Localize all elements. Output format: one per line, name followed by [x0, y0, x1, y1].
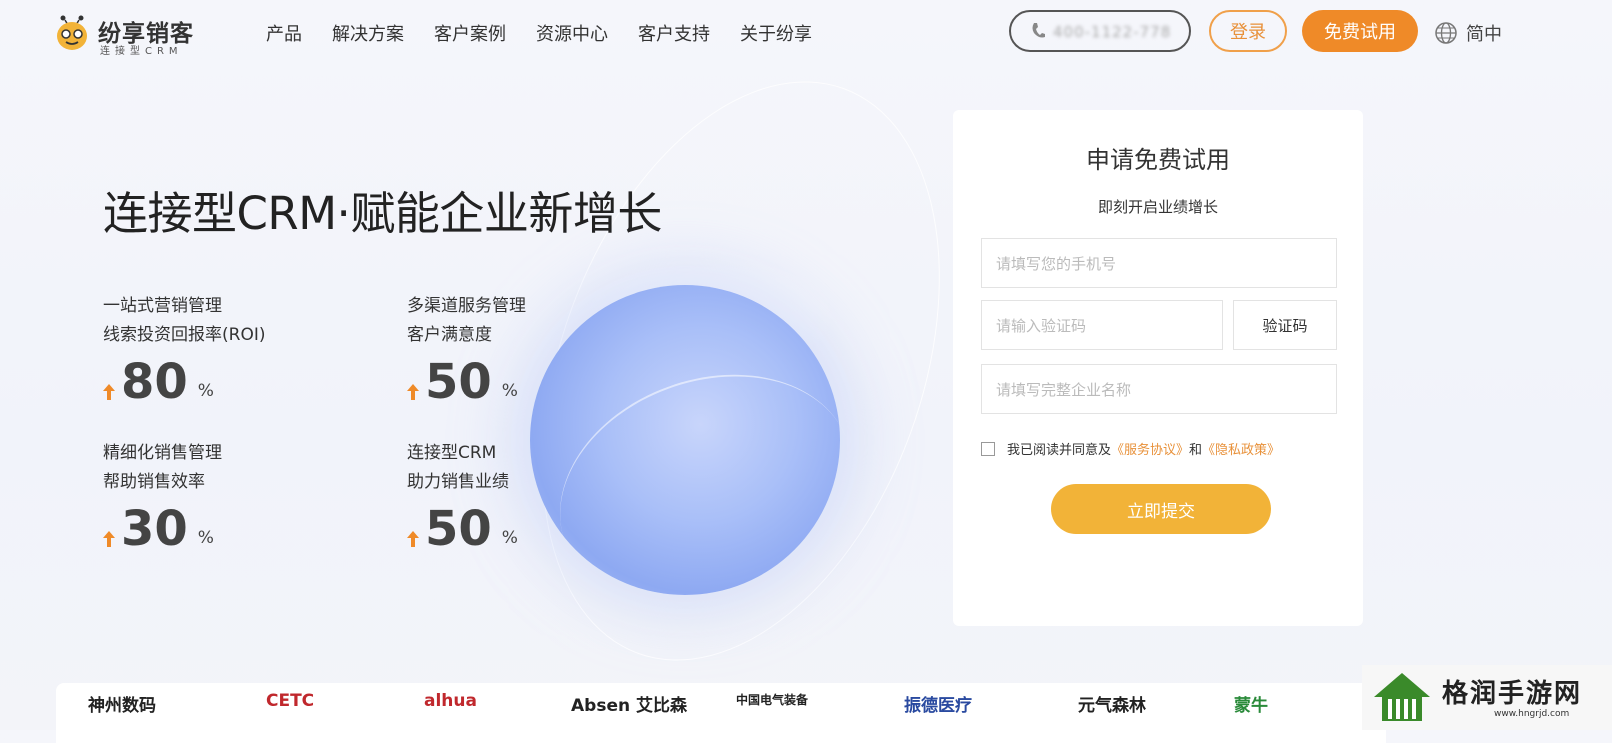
- stat-sales: 精细化销售管理 帮助销售效率 30 %: [103, 439, 363, 555]
- partner-logo: 中国电气装备: [736, 693, 809, 707]
- stat-unit: %: [197, 381, 214, 401]
- trial-form: 申请免费试用 即刻开启业绩增长 请填写您的手机号 请输入验证码 验证码 请填写完…: [953, 110, 1363, 626]
- partner-logo: 振德医疗: [904, 696, 972, 716]
- main-nav: 产品 解决方案 客户案例 资源中心 客户支持 关于纷享: [266, 20, 842, 46]
- stat-value: 50: [425, 501, 492, 557]
- bee-logo-icon: [57, 15, 87, 50]
- code-input[interactable]: 请输入验证码: [981, 300, 1223, 350]
- and-text: 和: [1189, 443, 1203, 458]
- stat-line1: 精细化销售管理: [103, 443, 222, 463]
- stat-line2: 线索投资回报率(ROI): [103, 325, 266, 345]
- free-trial-button[interactable]: 免费试用: [1302, 10, 1418, 52]
- arrow-up-icon: [103, 531, 115, 547]
- stat-performance: 连接型CRM 助力销售业绩 50 %: [407, 439, 667, 555]
- privacy-link[interactable]: 《隐私政策》: [1202, 439, 1280, 458]
- stat-unit: %: [501, 528, 518, 548]
- logo-subtitle: 连接型CRM: [100, 46, 183, 57]
- nav-item-resources[interactable]: 资源中心: [536, 20, 608, 46]
- stat-marketing: 一站式营销管理 线索投资回报率(ROI) 80 %: [103, 292, 363, 408]
- nav-item-support[interactable]: 客户支持: [638, 20, 710, 46]
- form-subtitle: 即刻开启业绩增长: [1097, 198, 1218, 216]
- hero-title: 连接型CRM·赋能企业新增长: [103, 187, 662, 240]
- stat-line2: 帮助销售效率: [103, 472, 205, 492]
- nav-item-products[interactable]: 产品: [266, 20, 302, 46]
- stat-line2: 助力销售业绩: [407, 472, 509, 492]
- nav-item-about[interactable]: 关于纷享: [740, 20, 812, 46]
- arrow-up-icon: [407, 531, 419, 547]
- arrow-up-icon: [407, 384, 419, 400]
- partner-logo: 神州数码: [88, 696, 156, 716]
- phone-input[interactable]: 请填写您的手机号: [981, 238, 1337, 288]
- language-label: 简中: [1466, 24, 1502, 45]
- terms-link[interactable]: 《服务协议》: [1111, 439, 1189, 458]
- partner-logo: CETC: [266, 691, 315, 711]
- form-title: 申请免费试用: [1086, 146, 1230, 174]
- header: 纷享销客 连接型CRM 产品 解决方案 客户案例 资源中心 客户支持 关于纷享 …: [0, 0, 1612, 66]
- partner-logo: 元气森林: [1078, 696, 1146, 716]
- stat-unit: %: [197, 528, 214, 548]
- phone-number: 400-1122-778: [1053, 23, 1172, 41]
- logo[interactable]: 纷享销客 连接型CRM: [54, 12, 214, 58]
- partner-logo: Absen 艾比森: [571, 696, 687, 716]
- agreement-row: 我已阅读并同意及 《服务协议》 和 《隐私政策》: [981, 439, 1280, 458]
- stat-line1: 一站式营销管理: [103, 296, 222, 316]
- partner-logos: 神州数码 CETC alhua Absen 艾比森 中国电气装备 振德医疗 元气…: [56, 683, 1386, 743]
- arrow-up-icon: [103, 384, 115, 400]
- stat-value: 80: [121, 354, 188, 410]
- submit-button[interactable]: 立即提交: [1051, 484, 1271, 534]
- stat-line1: 连接型CRM: [407, 443, 497, 463]
- partner-logo: alhua: [424, 691, 477, 711]
- site-watermark: 格润手游网 www.hngrjd.com: [1362, 665, 1612, 730]
- get-code-button[interactable]: 验证码: [1233, 300, 1337, 350]
- company-input[interactable]: 请填写完整企业名称: [981, 364, 1337, 414]
- house-logo-icon: [1374, 673, 1430, 721]
- agree-checkbox[interactable]: [981, 441, 995, 456]
- watermark-text: 格润手游网: [1442, 679, 1583, 709]
- language-switcher[interactable]: 简中: [1434, 20, 1502, 46]
- stat-value: 30: [121, 501, 188, 557]
- stat-line2: 客户满意度: [407, 325, 492, 345]
- stat-line1: 多渠道服务管理: [407, 296, 526, 316]
- stat-service: 多渠道服务管理 客户满意度 50 %: [407, 292, 667, 408]
- globe-icon: [1435, 22, 1457, 44]
- phone-icon: [1032, 23, 1045, 38]
- agree-text: 我已阅读并同意及: [1007, 443, 1112, 458]
- stat-value: 50: [425, 354, 492, 410]
- login-button[interactable]: 登录: [1209, 10, 1287, 52]
- watermark-url: www.hngrjd.com: [1494, 709, 1570, 719]
- nav-item-solutions[interactable]: 解决方案: [332, 20, 404, 46]
- phone-hotline[interactable]: 400-1122-778: [1009, 10, 1191, 52]
- nav-item-cases[interactable]: 客户案例: [434, 20, 506, 46]
- stat-unit: %: [501, 381, 518, 401]
- partner-logo: 蒙牛: [1234, 696, 1268, 716]
